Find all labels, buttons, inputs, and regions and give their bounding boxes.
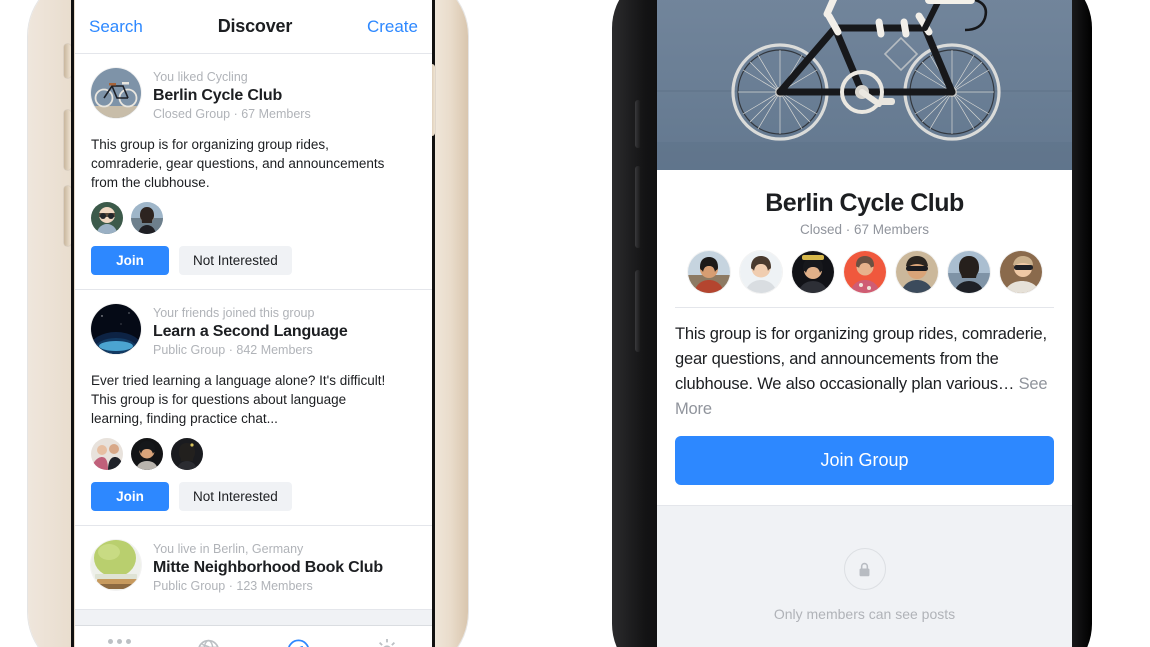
tab-menu[interactable]	[90, 633, 150, 647]
friend-avatar-row	[75, 428, 432, 470]
group-card-meta: You live in Berlin, Germany Mitte Neighb…	[153, 540, 383, 595]
avatar-image	[91, 438, 123, 470]
right-phone-volume-up-button[interactable]	[635, 166, 641, 248]
member-avatar-row[interactable]	[657, 237, 1072, 293]
group-thumbnail-earth[interactable]	[91, 304, 141, 354]
group-description: This group is for organizing group rides…	[91, 137, 385, 190]
group-name[interactable]: Mitte Neighborhood Book Club	[153, 557, 383, 578]
group-thumbnail-bicycle[interactable]	[91, 68, 141, 118]
earth-thumbnail-image	[91, 304, 141, 354]
left-phone-screen: Search Discover Create You liked Cycling…	[75, 0, 432, 647]
avatar[interactable]	[131, 438, 163, 470]
group-description-text: This group is for organizing group rides…	[675, 325, 1047, 393]
member-avatar[interactable]	[843, 251, 886, 293]
group-card-meta: You liked Cycling Berlin Cycle Club Clos…	[153, 68, 311, 123]
group-subtitle: Public Group · 123 Members	[153, 579, 313, 593]
grid-dots-icon	[108, 638, 132, 647]
group-card-actions: Join Not Interested	[75, 234, 432, 275]
avatar-image	[739, 251, 782, 293]
bicycle-cover-image	[657, 0, 1072, 170]
gear-icon	[379, 638, 396, 647]
left-phone-volume-up-button[interactable]	[64, 110, 71, 170]
avatar-image	[895, 251, 938, 293]
right-phone-mute-switch[interactable]	[635, 100, 641, 148]
group-context-label: You liked Cycling	[153, 70, 248, 84]
group-card-actions: Join Not Interested	[75, 470, 432, 511]
member-avatar[interactable]	[895, 251, 938, 293]
group-privacy-members: Closed · 67 Members	[799, 222, 930, 237]
group-card[interactable]: You liked Cycling Berlin Cycle Club Clos…	[75, 54, 432, 290]
group-title: Berlin Cycle Club	[765, 189, 964, 217]
discover-header: Search Discover Create	[75, 0, 432, 54]
avatar[interactable]	[131, 202, 163, 234]
friend-avatar-row	[75, 192, 432, 234]
bicycle-thumbnail-image	[91, 68, 141, 118]
avatar-image	[999, 251, 1042, 293]
avatar[interactable]	[91, 438, 123, 470]
group-name[interactable]: Berlin Cycle Club	[153, 85, 311, 106]
left-phone-device: Search Discover Create You liked Cycling…	[28, 0, 468, 647]
group-thumbnail-books[interactable]	[91, 540, 141, 590]
tab-discover[interactable]	[268, 633, 328, 647]
group-context-label: Your friends joined this group	[153, 306, 315, 320]
avatar-image	[131, 438, 163, 470]
member-avatar[interactable]	[791, 251, 834, 293]
not-interested-button[interactable]: Not Interested	[179, 246, 292, 275]
lock-icon-circle	[843, 548, 886, 590]
books-thumbnail-image	[91, 540, 141, 590]
avatar[interactable]	[171, 438, 203, 470]
group-context-label: You live in Berlin, Germany	[153, 542, 304, 556]
right-phone-device: Berlin Cycle Club Closed · 67 Members Th…	[612, 0, 1092, 647]
screenshot-stage: Search Discover Create You liked Cycling…	[0, 0, 1150, 647]
member-avatar[interactable]	[947, 251, 990, 293]
group-name[interactable]: Learn a Second Language	[153, 321, 348, 342]
group-card-meta: Your friends joined this group Learn a S…	[153, 304, 348, 359]
compass-icon	[287, 639, 309, 647]
group-card[interactable]: You live in Berlin, Germany Mitte Neighb…	[75, 526, 432, 610]
avatar-image	[131, 202, 163, 234]
join-group-button[interactable]: Join Group	[675, 436, 1054, 485]
join-group-wrapper: Join Group	[657, 422, 1072, 505]
create-button[interactable]: Create	[367, 17, 418, 37]
member-avatar[interactable]	[739, 251, 782, 293]
group-cover-photo[interactable]	[657, 0, 1072, 170]
tab-settings[interactable]	[357, 633, 417, 647]
left-phone-volume-down-button[interactable]	[64, 186, 71, 246]
bottom-tab-bar	[75, 625, 432, 647]
globe-icon	[198, 639, 220, 647]
avatar-image	[791, 251, 834, 293]
right-phone-screen: Berlin Cycle Club Closed · 67 Members Th…	[657, 0, 1072, 647]
join-button[interactable]: Join	[91, 482, 169, 511]
group-subtitle: Public Group · 842 Members	[153, 343, 313, 357]
avatar-image	[947, 251, 990, 293]
tab-globe[interactable]	[179, 633, 239, 647]
left-phone-mute-switch[interactable]	[64, 44, 71, 78]
group-description: This group is for organizing group rides…	[657, 308, 1072, 422]
group-card-header: You liked Cycling Berlin Cycle Club Clos…	[75, 68, 432, 123]
avatar-image	[687, 251, 730, 293]
join-button[interactable]: Join	[91, 246, 169, 275]
group-card[interactable]: Your friends joined this group Learn a S…	[75, 290, 432, 526]
lock-icon	[859, 562, 870, 576]
discover-feed[interactable]: You liked Cycling Berlin Cycle Club Clos…	[75, 54, 432, 647]
right-phone-volume-down-button[interactable]	[635, 270, 641, 352]
left-phone-bezel-left	[71, 0, 74, 647]
locked-posts-section: Only members can see posts	[657, 505, 1072, 647]
avatar[interactable]	[91, 202, 123, 234]
member-avatar[interactable]	[999, 251, 1042, 293]
group-card-header: Your friends joined this group Learn a S…	[75, 304, 432, 359]
member-avatar[interactable]	[687, 251, 730, 293]
avatar-image	[171, 438, 203, 470]
group-card-header: You live in Berlin, Germany Mitte Neighb…	[75, 540, 432, 595]
page-title: Discover	[217, 16, 293, 36]
not-interested-button[interactable]: Not Interested	[179, 482, 292, 511]
search-button[interactable]: Search	[89, 17, 143, 37]
locked-posts-text: Only members can see posts	[773, 606, 956, 622]
avatar-image	[91, 202, 123, 234]
group-description: Ever tried learning a language alone? It…	[91, 373, 386, 426]
avatar-image	[843, 251, 886, 293]
group-header: Berlin Cycle Club Closed · 67 Members	[657, 170, 1072, 237]
group-subtitle: Closed Group · 67 Members	[153, 107, 311, 121]
